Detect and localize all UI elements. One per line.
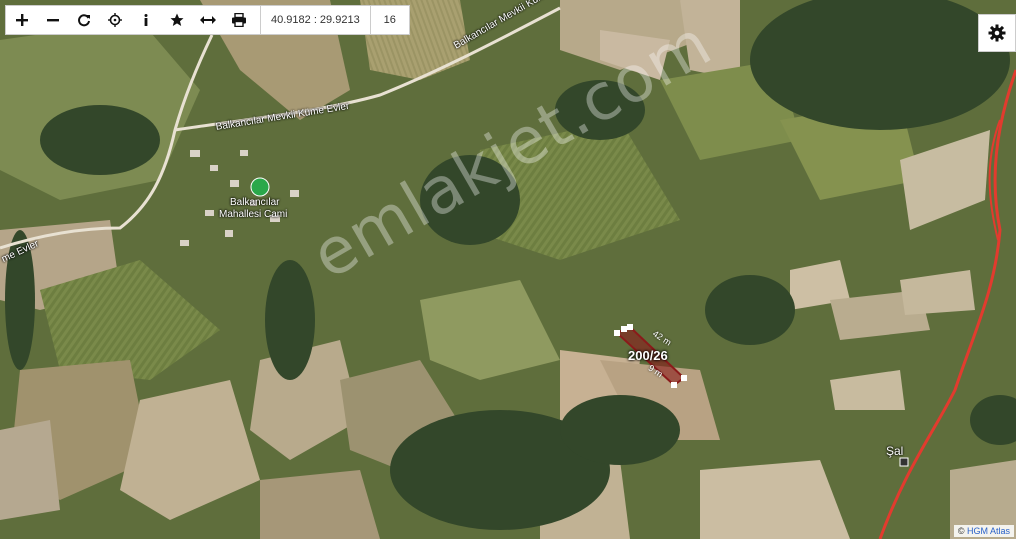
gear-icon	[988, 24, 1006, 42]
coordinate-readout: 40.9182 : 29.9213	[260, 6, 370, 34]
attribution-link[interactable]: HGM Atlas	[967, 526, 1010, 536]
arrows-horizontal-icon	[199, 16, 216, 24]
zoom-in-button[interactable]	[6, 6, 37, 34]
zoom-level-readout: 16	[369, 6, 409, 34]
mosque-marker-icon[interactable]	[250, 177, 270, 197]
info-icon	[144, 14, 147, 26]
place-label: Şal	[886, 444, 904, 458]
minus-icon	[46, 19, 59, 22]
locate-button[interactable]	[99, 6, 130, 34]
copyright-symbol: ©	[957, 526, 965, 536]
settings-button[interactable]	[978, 14, 1016, 52]
mosque-label-line2: Mahallesi Cami	[219, 209, 288, 220]
printer-icon	[231, 13, 246, 27]
map-attribution: © HGM Atlas	[953, 525, 1014, 537]
refresh-icon	[77, 14, 90, 27]
info-button[interactable]	[130, 6, 161, 34]
crosshair-icon	[107, 13, 122, 27]
mosque-label-line1: Balkancılar	[230, 197, 280, 208]
plus-icon	[15, 14, 28, 26]
zoom-out-button[interactable]	[37, 6, 68, 34]
parcel-number-label: 200/26	[628, 348, 668, 363]
refresh-button[interactable]	[68, 6, 99, 34]
measure-button[interactable]	[192, 6, 223, 34]
place-marker-icon[interactable]	[899, 457, 909, 467]
star-icon	[170, 13, 183, 26]
print-button[interactable]	[223, 6, 254, 34]
favorite-button[interactable]	[161, 6, 192, 34]
satellite-map[interactable]	[0, 0, 1016, 539]
map-toolbar: 40.9182 : 29.9213 16	[5, 5, 410, 35]
